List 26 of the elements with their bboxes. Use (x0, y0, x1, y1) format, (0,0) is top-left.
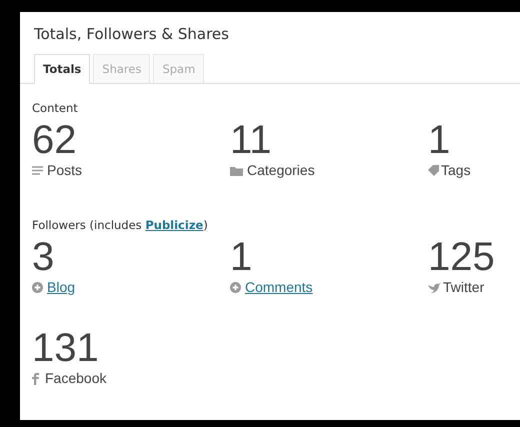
stat-value: 131 (32, 328, 100, 368)
section-heading: Followers (includes Publicize) (32, 217, 209, 234)
facebook-icon (32, 372, 39, 385)
stat-value: 3 (32, 237, 56, 278)
stat-label: Twitter (443, 278, 484, 298)
tag-icon (428, 165, 439, 176)
stat-link[interactable]: Comments (245, 277, 313, 298)
stat-label: Tags (441, 161, 471, 180)
plus-circle-icon (230, 282, 241, 294)
section-heading: Content (32, 100, 79, 117)
stat-value: 1 (428, 120, 452, 160)
publicize-link[interactable]: Publicize (145, 218, 204, 232)
stat-value: 1 (230, 237, 254, 278)
folder-icon (230, 166, 243, 176)
stat-label: Facebook (45, 369, 106, 388)
stat-value: 11 (230, 120, 273, 160)
bird-icon (428, 282, 441, 293)
lines-icon (32, 166, 43, 175)
panel-title: Totals, Followers & Shares (34, 24, 230, 45)
stat-label: Categories (247, 161, 315, 180)
stat-value: 62 (32, 120, 78, 160)
stat-value: 125 (428, 237, 496, 278)
stat-link[interactable]: Blog (47, 277, 76, 298)
stat-label: Posts (47, 161, 82, 180)
plus-circle-icon (32, 282, 43, 294)
tab[interactable]: Totals (34, 54, 90, 84)
